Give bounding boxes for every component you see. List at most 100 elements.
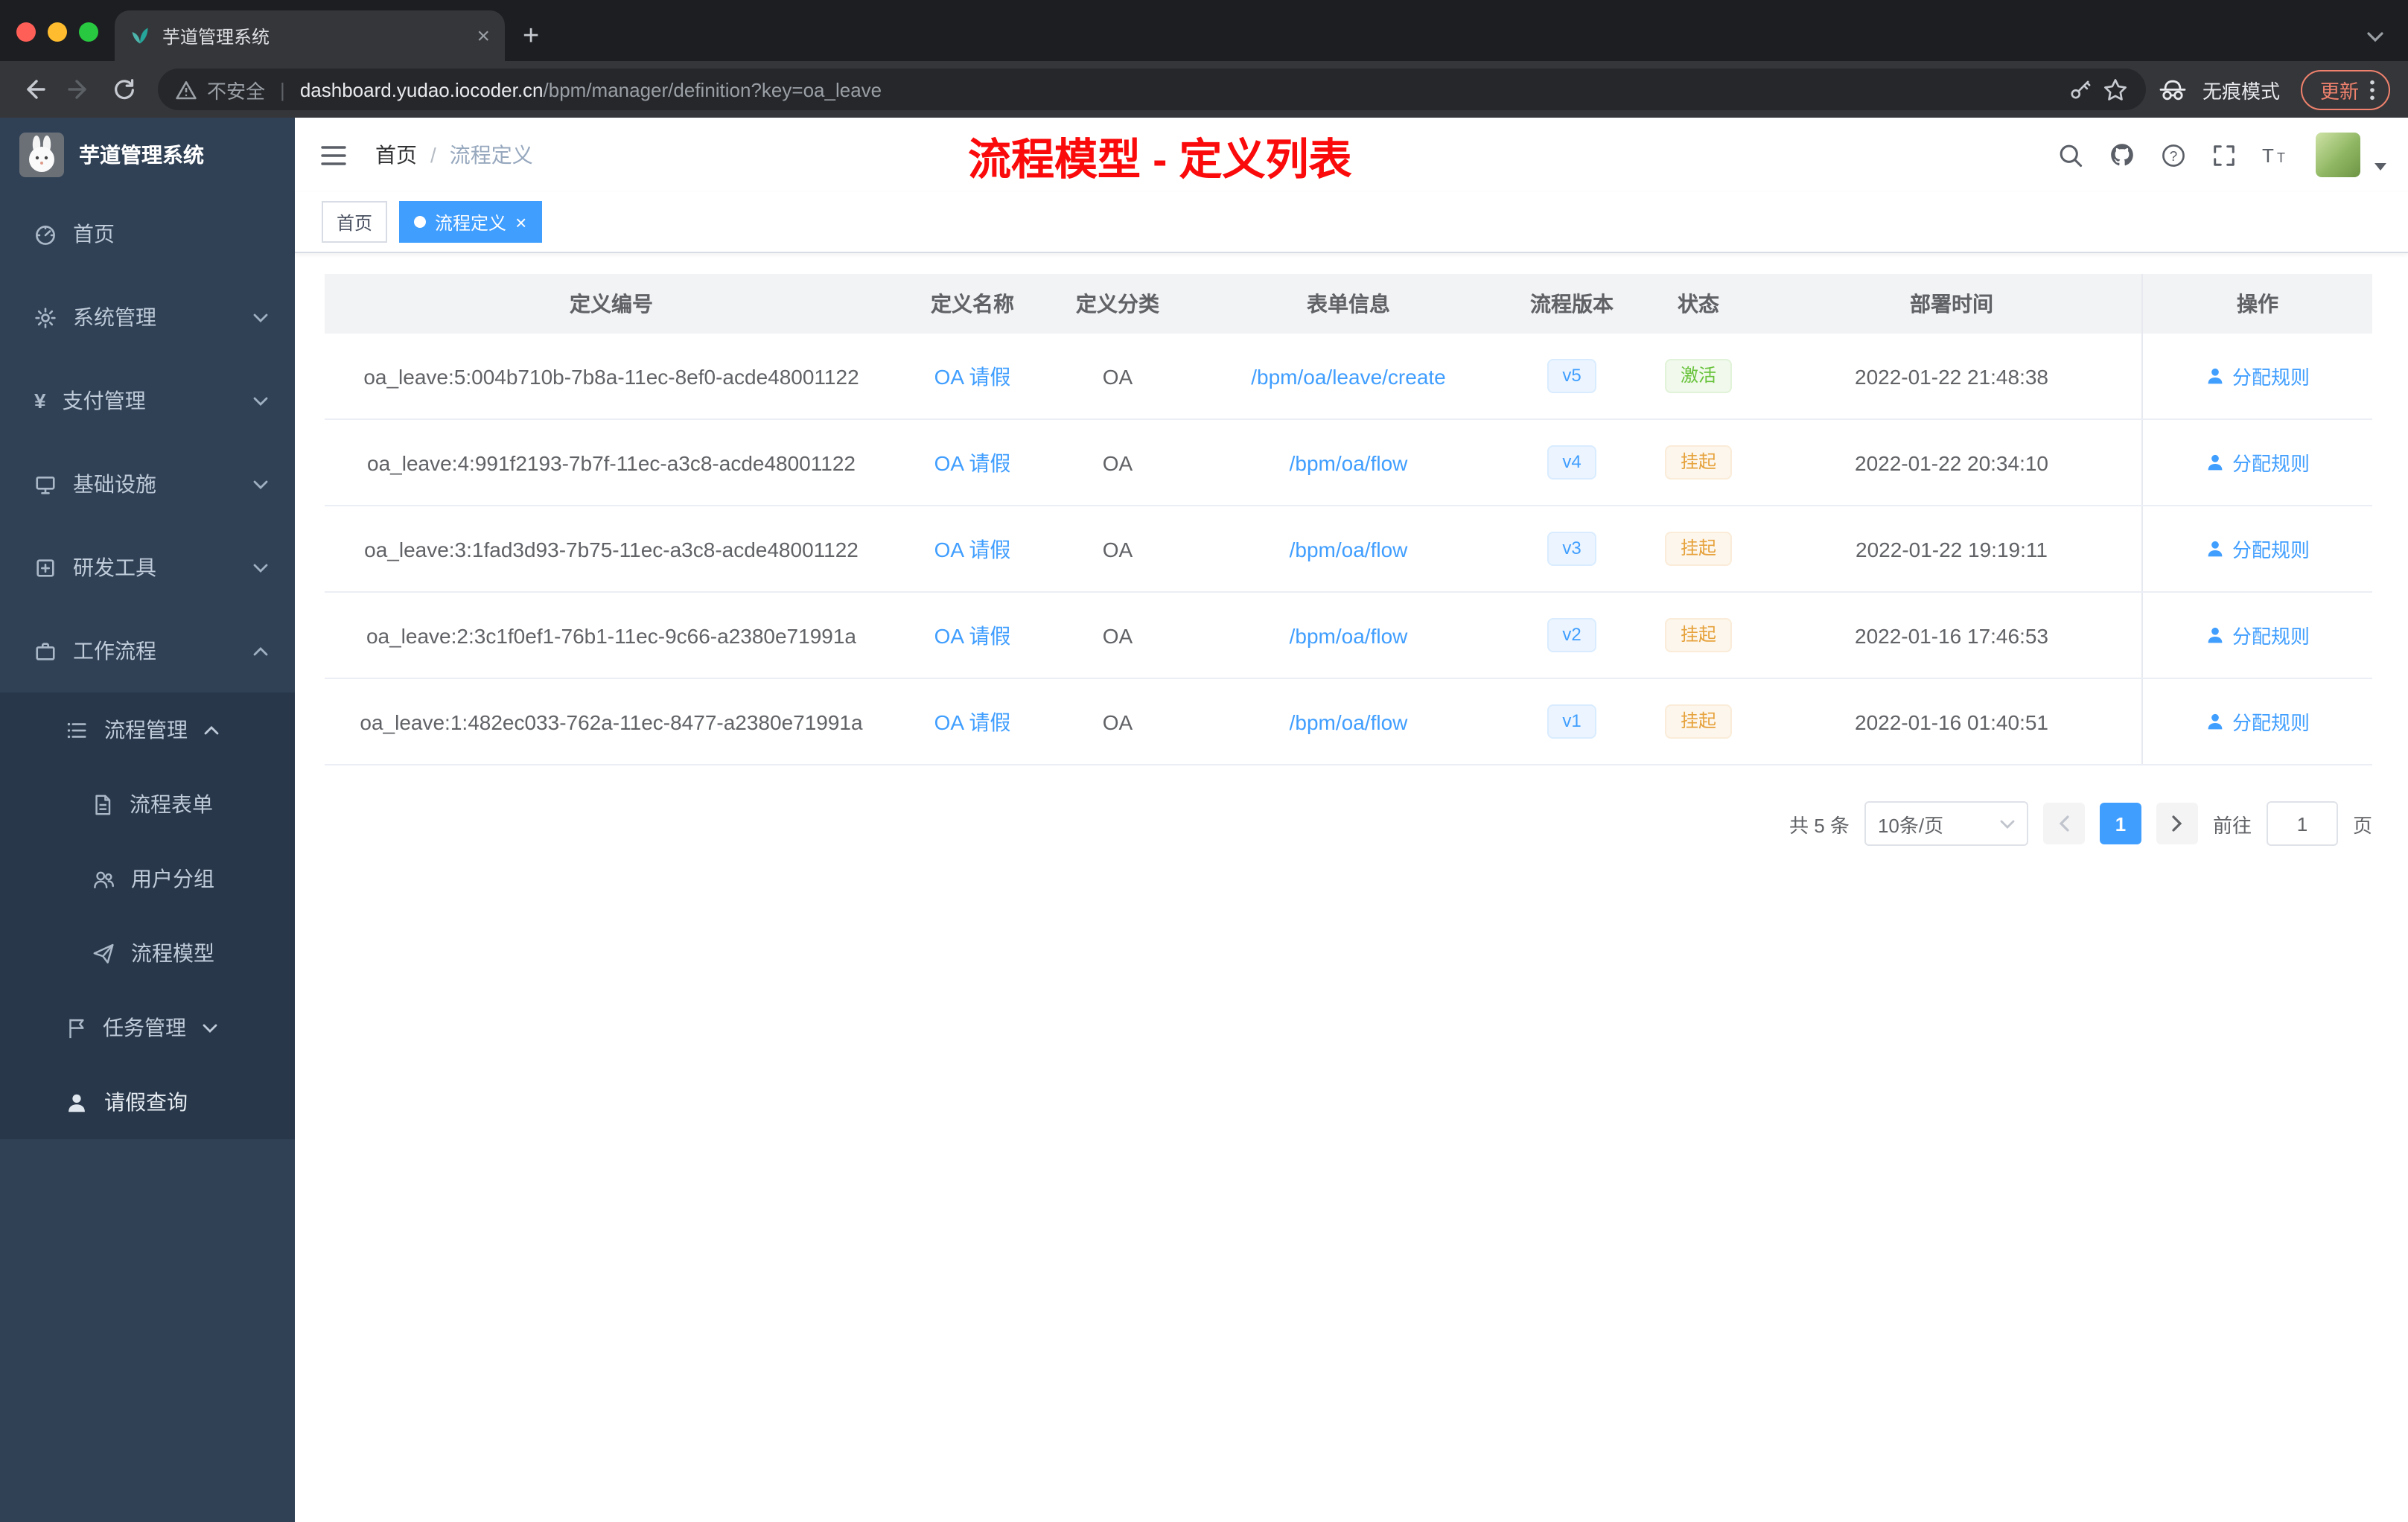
tag-close-icon[interactable]: × (515, 212, 526, 232)
definition-name-link[interactable]: OA 请假 (934, 361, 1011, 391)
bookmark-star-icon[interactable] (2103, 77, 2128, 102)
tab-close-icon[interactable]: × (477, 25, 490, 47)
minimize-window-button[interactable] (48, 22, 67, 42)
col-status: 状态 (1678, 292, 1719, 316)
cell-definition-id: oa_leave:4:991f2193-7b7f-11ec-a3c8-acde4… (367, 450, 856, 474)
goto-unit: 页 (2352, 814, 2372, 836)
table-row: oa_leave:1:482ec033-762a-11ec-8477-a2380… (325, 679, 2372, 765)
github-icon[interactable] (2109, 141, 2135, 168)
incognito-label: 无痕模式 (2202, 80, 2280, 102)
table-row: oa_leave:3:1fad3d93-7b75-11ec-a3c8-acde4… (325, 506, 2372, 593)
definition-name-link[interactable]: OA 请假 (934, 707, 1011, 736)
user-avatar[interactable] (2316, 133, 2360, 177)
assign-rule-link[interactable]: 分配规则 (2205, 362, 2310, 390)
sidebar-item-system[interactable]: 系统管理 (0, 276, 295, 359)
zoom-window-button[interactable] (79, 22, 98, 42)
next-page-button[interactable] (2156, 803, 2198, 844)
assign-rule-link[interactable]: 分配规则 (2205, 707, 2310, 736)
users-icon (92, 867, 115, 890)
browser-menu-dots-icon[interactable] (2369, 78, 2375, 101)
svg-text:T: T (2277, 150, 2285, 165)
sidebar-item-process-management[interactable]: 流程管理 (0, 692, 295, 767)
new-tab-button[interactable]: + (523, 22, 539, 51)
sidebar-item-devtools[interactable]: 研发工具 (0, 526, 295, 609)
close-window-button[interactable] (16, 22, 36, 42)
assign-rule-label: 分配规则 (2232, 366, 2310, 389)
search-icon[interactable] (2058, 142, 2083, 168)
chevron-down-icon (253, 562, 268, 573)
workflow-submenu: 流程管理 流程表单 用户分组 流程模型 任务管理 请假查询 (0, 692, 295, 1139)
browser-tab-bar: 芋道管理系统 × + (0, 0, 2408, 61)
page-number-button[interactable]: 1 (2099, 803, 2141, 844)
tag-process-definition[interactable]: 流程定义 × (399, 201, 542, 243)
version-badge: v4 (1547, 445, 1596, 480)
sidebar-item-process-form[interactable]: 流程表单 (0, 767, 295, 841)
tags-view-bar: 首页 流程定义 × (295, 192, 2408, 253)
assign-rule-link[interactable]: 分配规则 (2205, 448, 2310, 477)
col-actions: 操作 (2141, 274, 2372, 334)
definition-table: 定义编号 定义名称 定义分类 表单信息 流程版本 状态 部署时间 操作 oa_l… (325, 274, 2372, 765)
address-bar[interactable]: 不安全 | dashboard.yudao.iocoder.cn/bpm/man… (158, 69, 2146, 110)
document-icon (92, 793, 113, 815)
tab-search-chevron-icon[interactable] (2366, 31, 2384, 42)
form-link[interactable]: /bpm/oa/flow (1290, 623, 1408, 647)
font-size-icon[interactable]: TT (2262, 143, 2290, 167)
sidebar-item-workflow[interactable]: 工作流程 (0, 609, 295, 692)
forward-icon[interactable] (57, 67, 101, 112)
form-link[interactable]: /bpm/oa/flow (1290, 450, 1408, 474)
sidebar-item-infrastructure[interactable]: 基础设施 (0, 442, 295, 526)
goto-page-input[interactable] (2266, 801, 2338, 846)
security-label[interactable]: 不安全 (207, 75, 265, 104)
fullscreen-icon[interactable] (2211, 142, 2237, 168)
avatar-caret-icon[interactable] (2374, 162, 2387, 171)
sidebar-item-label: 请假查询 (104, 1090, 188, 1114)
cell-category: OA (1102, 364, 1133, 388)
annotation-text: 流程模型 - 定义列表 (968, 137, 1352, 185)
back-icon[interactable] (12, 67, 57, 112)
cell-deploy-time: 2022-01-22 19:19:11 (1856, 537, 2048, 561)
sidebar-item-label: 流程模型 (131, 941, 214, 965)
sidebar: 芋道管理系统 首页 系统管理 ¥ 支付管理 基础设施 研发工具 工作流程 流程管… (0, 118, 295, 1522)
password-key-icon[interactable] (2068, 77, 2092, 101)
form-link[interactable]: /bpm/oa/flow (1290, 537, 1408, 561)
page-content: 定义编号 定义名称 定义分类 表单信息 流程版本 状态 部署时间 操作 oa_l… (295, 253, 2408, 1522)
sidebar-item-user-group[interactable]: 用户分组 (0, 841, 295, 916)
sidebar-item-label: 支付管理 (62, 389, 146, 413)
tab-title: 芋道管理系统 (162, 26, 270, 47)
form-link[interactable]: /bpm/oa/leave/create (1251, 364, 1446, 388)
page-size-select[interactable]: 10条/页 (1864, 801, 2028, 846)
definition-name-link[interactable]: OA 请假 (934, 534, 1011, 564)
update-chrome-button[interactable]: 更新 (2300, 69, 2390, 109)
toolbar-right: 无痕模式 更新 (2158, 69, 2390, 109)
sidebar-item-label: 研发工具 (73, 555, 156, 579)
hamburger-icon[interactable] (320, 144, 347, 166)
tag-home[interactable]: 首页 (322, 201, 388, 243)
sidebar-item-home[interactable]: 首页 (0, 192, 295, 276)
sidebar-item-process-model[interactable]: 流程模型 (0, 916, 295, 990)
definition-name-link[interactable]: OA 请假 (934, 448, 1011, 477)
tag-label: 流程定义 (435, 212, 507, 233)
sidebar-item-label: 系统管理 (73, 305, 156, 329)
assign-rule-link[interactable]: 分配规则 (2205, 621, 2310, 649)
user-icon (2208, 368, 2223, 384)
user-icon (2208, 541, 2223, 557)
chevron-up-icon (253, 646, 268, 656)
security-warning-icon[interactable] (176, 80, 197, 99)
sidebar-item-leave-query[interactable]: 请假查询 (0, 1065, 295, 1139)
assign-rule-link[interactable]: 分配规则 (2205, 535, 2310, 563)
definition-name-link[interactable]: OA 请假 (934, 620, 1011, 650)
url-text[interactable]: dashboard.yudao.iocoder.cn/bpm/manager/d… (300, 78, 882, 101)
paper-plane-icon (92, 942, 115, 964)
form-link[interactable]: /bpm/oa/flow (1290, 710, 1408, 733)
reload-icon[interactable] (101, 67, 146, 112)
col-version: 流程版本 (1530, 292, 1614, 316)
prev-page-button[interactable] (2042, 803, 2085, 844)
sidebar-item-payment[interactable]: ¥ 支付管理 (0, 359, 295, 442)
browser-tab[interactable]: 芋道管理系统 × (115, 10, 505, 61)
assign-rule-label: 分配规则 (2232, 539, 2310, 561)
help-icon[interactable]: ? (2161, 142, 2186, 168)
sidebar-item-task-management[interactable]: 任务管理 (0, 990, 295, 1065)
breadcrumb-home[interactable]: 首页 (375, 140, 417, 170)
user-icon (2208, 627, 2223, 643)
col-deploy-time: 部署时间 (1910, 292, 1993, 316)
